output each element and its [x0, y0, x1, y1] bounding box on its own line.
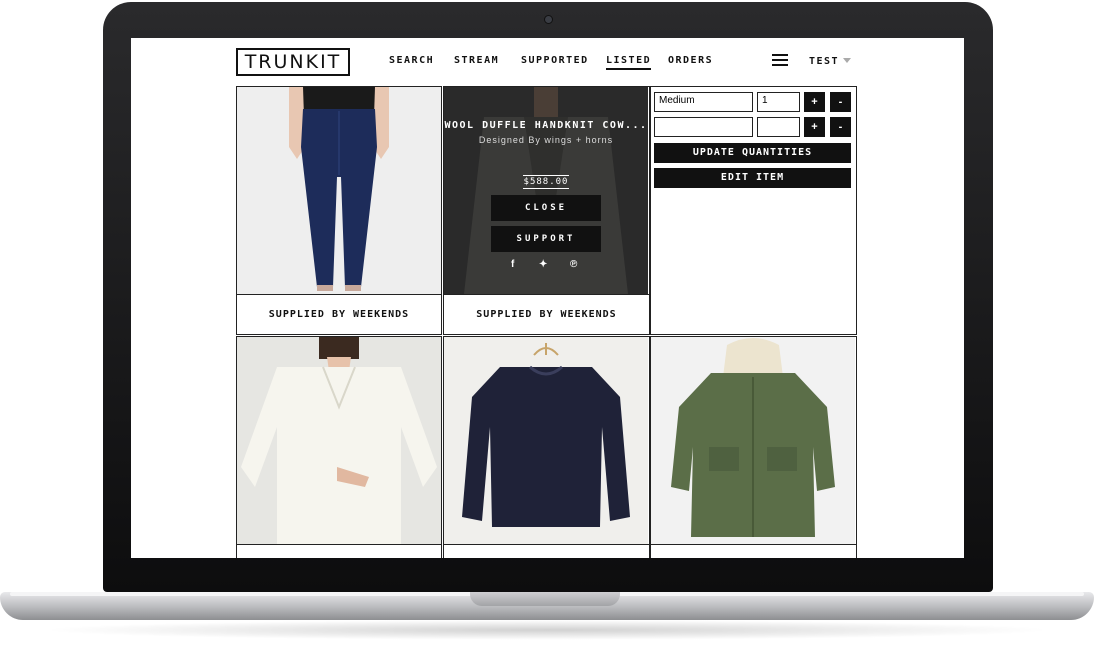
- product-designer: Designed By wings + horns: [478, 135, 614, 145]
- nav-listed[interactable]: LISTED: [606, 55, 652, 70]
- product-image-jeans[interactable]: [237, 87, 441, 294]
- quantity-field[interactable]: [757, 117, 800, 137]
- product-card-jacket[interactable]: WOOL DUFFLE HANDKNIT COW... Designed By …: [443, 86, 650, 335]
- increment-button[interactable]: +: [804, 92, 825, 112]
- support-button[interactable]: SUPPORT: [491, 226, 601, 252]
- product-price: $588.00: [523, 175, 569, 189]
- nav-stream[interactable]: STREAM: [454, 55, 499, 66]
- product-card-blouse[interactable]: [236, 336, 442, 558]
- product-image-jacket: WOOL DUFFLE HANDKNIT COW... Designed By …: [444, 87, 648, 294]
- product-caption[interactable]: SUPPLIED BY WEEKENDS: [237, 294, 441, 334]
- nav-search[interactable]: SEARCH: [389, 55, 434, 66]
- camera-icon: [544, 15, 553, 24]
- quantity-field[interactable]: 1: [757, 92, 800, 112]
- product-image-parka[interactable]: [651, 337, 855, 544]
- size-field[interactable]: Medium: [654, 92, 753, 112]
- product-card-sweater[interactable]: [443, 336, 650, 558]
- laptop-shadow: [40, 620, 1054, 640]
- product-title: WOOL DUFFLE HANDKNIT COW...: [444, 120, 648, 131]
- product-caption-empty: [237, 544, 441, 558]
- nav-supported[interactable]: SUPPORTED: [521, 55, 589, 66]
- edit-item-button[interactable]: EDIT ITEM: [654, 168, 851, 188]
- increment-button[interactable]: +: [804, 117, 825, 137]
- product-image-blouse[interactable]: [237, 337, 441, 544]
- browser-screen: TRUNKIT SEARCH STREAM SUPPORTED LISTED O…: [131, 38, 964, 558]
- user-menu[interactable]: TEST: [809, 56, 839, 67]
- product-card-parka[interactable]: [650, 336, 857, 558]
- chevron-down-icon[interactable]: [843, 58, 851, 63]
- hamburger-menu-icon[interactable]: [772, 54, 788, 66]
- decrement-button[interactable]: -: [830, 92, 851, 112]
- laptop-notch: [470, 592, 620, 606]
- product-image-sweater[interactable]: [444, 337, 648, 544]
- close-button[interactable]: CLOSE: [491, 195, 601, 221]
- pinterest-icon[interactable]: ℗: [570, 259, 577, 270]
- size-field[interactable]: [654, 117, 753, 137]
- product-caption-empty: [444, 544, 649, 558]
- decrement-button[interactable]: -: [830, 117, 851, 137]
- site-logo[interactable]: TRUNKIT: [236, 48, 350, 76]
- twitter-icon[interactable]: ✦: [539, 259, 547, 270]
- update-quantities-button[interactable]: UPDATE QUANTITIES: [654, 143, 851, 163]
- product-caption[interactable]: SUPPLIED BY WEEKENDS: [444, 294, 649, 334]
- facebook-icon[interactable]: f: [511, 259, 514, 270]
- nav-orders[interactable]: ORDERS: [668, 55, 713, 66]
- product-caption-empty: [651, 544, 856, 558]
- product-card-jeans[interactable]: SUPPLIED BY WEEKENDS: [236, 86, 442, 335]
